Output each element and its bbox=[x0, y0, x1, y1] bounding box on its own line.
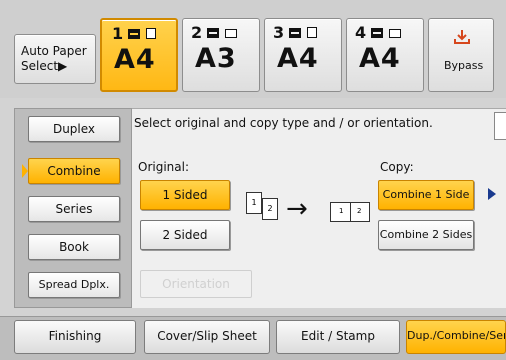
combined-page-icon: 1 2 bbox=[330, 202, 370, 222]
bypass-label: Bypass bbox=[444, 59, 484, 72]
combined-page-1-num: 1 bbox=[339, 207, 344, 215]
original-2-sided-button[interactable]: 2 Sided bbox=[140, 220, 230, 250]
spread-duplex-button[interactable]: Spread Dplx. bbox=[28, 272, 120, 298]
combine-button[interactable]: Combine bbox=[28, 158, 120, 184]
auto-paper-label-1: Auto Paper bbox=[21, 44, 87, 58]
portrait-page-icon bbox=[307, 27, 317, 38]
original-page-1-icon: 1 bbox=[246, 192, 262, 214]
divider bbox=[350, 203, 351, 221]
series-button[interactable]: Series bbox=[28, 196, 120, 222]
duplex-button[interactable]: Duplex bbox=[28, 116, 120, 142]
combine-1-side-button[interactable]: Combine 1 Side bbox=[378, 180, 474, 210]
more-options-arrow-icon[interactable] bbox=[488, 188, 496, 200]
tray-icon bbox=[207, 28, 219, 38]
tray-1-button[interactable]: 1 A4 bbox=[100, 18, 178, 92]
auto-paper-select-button[interactable]: Auto Paper Select▶ bbox=[14, 34, 96, 84]
tray-icon bbox=[371, 28, 383, 38]
tray-2-size: A3 bbox=[195, 43, 237, 74]
tray-4-number: 4 bbox=[355, 23, 367, 42]
tray-icon bbox=[128, 29, 140, 39]
tray-3-number: 3 bbox=[273, 23, 285, 42]
original-1-sided-button[interactable]: 1 Sided bbox=[140, 180, 230, 210]
instruction-text: Select original and copy type and / or o… bbox=[134, 116, 433, 130]
tray-icon bbox=[289, 28, 301, 38]
tray-1-size: A4 bbox=[114, 44, 156, 75]
tab-edit-stamp[interactable]: Edit / Stamp bbox=[276, 320, 400, 354]
doc-page-1-num: 1 bbox=[251, 198, 257, 207]
arrow-right-icon: → bbox=[286, 194, 308, 224]
tray-3-button[interactable]: 3 A4 bbox=[264, 18, 342, 92]
tray-2-button[interactable]: 2 A3 bbox=[182, 18, 260, 92]
tab-finishing[interactable]: Finishing bbox=[14, 320, 136, 354]
auto-paper-label-2: Select▶ bbox=[21, 59, 68, 73]
original-page-2-icon: 2 bbox=[262, 198, 278, 220]
copy-label: Copy: bbox=[380, 160, 414, 174]
book-button[interactable]: Book bbox=[28, 234, 120, 260]
tab-dup-combine-series[interactable]: Dup./Combine/Ser bbox=[406, 320, 506, 354]
tray-4-size: A4 bbox=[359, 43, 401, 74]
bypass-tray-icon bbox=[454, 30, 470, 44]
landscape-page-icon bbox=[225, 29, 237, 38]
tray-3-size: A4 bbox=[277, 43, 319, 74]
landscape-page-icon bbox=[389, 29, 401, 38]
selected-pointer-icon bbox=[22, 164, 28, 178]
tray-4-button[interactable]: 4 A4 bbox=[346, 18, 424, 92]
portrait-page-icon bbox=[146, 28, 156, 39]
tab-cover-slip-sheet[interactable]: Cover/Slip Sheet bbox=[144, 320, 270, 354]
cut-off-icon bbox=[494, 112, 506, 140]
bypass-tray-button[interactable]: Bypass bbox=[428, 18, 494, 92]
combined-page-2-num: 2 bbox=[357, 207, 362, 215]
doc-page-2-num: 2 bbox=[267, 204, 273, 213]
combine-2-sides-button[interactable]: Combine 2 Sides bbox=[378, 220, 474, 250]
tray-1-number: 1 bbox=[112, 24, 124, 43]
orientation-button-disabled: Orientation bbox=[140, 270, 252, 298]
tray-2-number: 2 bbox=[191, 23, 203, 42]
original-label: Original: bbox=[138, 160, 189, 174]
